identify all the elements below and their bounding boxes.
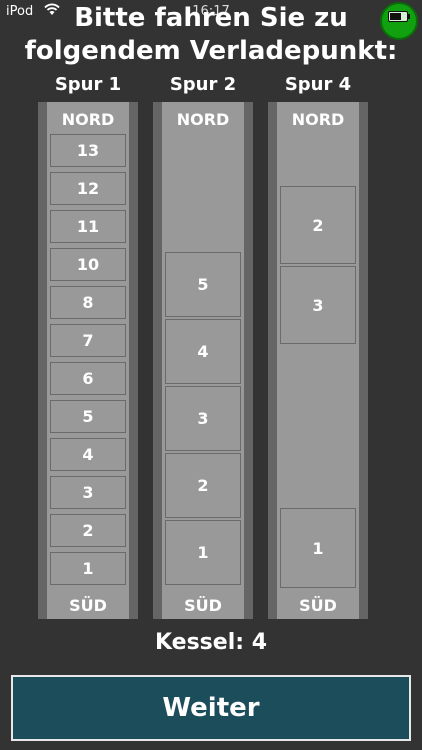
slot-8: 8	[50, 286, 126, 319]
lane-label-1: Spur 1	[54, 74, 122, 95]
page-title: Bitte fahren Sie zu folgendem Verladepun…	[0, 2, 422, 68]
lane-label-2: Spur 2	[169, 74, 237, 95]
lane-label-4: Spur 4	[284, 74, 352, 95]
slot-2: 2	[50, 514, 126, 547]
weiter-button[interactable]: Weiter	[11, 675, 411, 741]
lane-spur-1: NORD 13 12 11 10 8 7 6 5 4 3 2 1 SÜD	[38, 102, 138, 619]
slot-7: 7	[50, 324, 126, 357]
title-line-2: folgendem Verladepunkt:	[24, 36, 398, 66]
south-label: SÜD	[299, 596, 337, 615]
slot-2: 2	[280, 186, 356, 264]
slot-1: 1	[50, 552, 126, 585]
slot-3: 3	[280, 266, 356, 344]
south-label: SÜD	[69, 596, 107, 615]
slot-12: 12	[50, 172, 126, 205]
lane-spur-2: NORD 5 4 3 2 1 SÜD	[153, 102, 253, 619]
slot-4: 4	[50, 438, 126, 471]
slot-13: 13	[50, 134, 126, 167]
north-label: NORD	[61, 110, 115, 129]
slot-5: 5	[50, 400, 126, 433]
south-label: SÜD	[184, 596, 222, 615]
slot-11: 11	[50, 210, 126, 243]
north-label: NORD	[291, 110, 345, 129]
lane-spur-4: NORD 2 3 1 SÜD	[268, 102, 368, 619]
slot-1: 1	[165, 520, 241, 585]
north-label: NORD	[176, 110, 230, 129]
slot-5: 5	[165, 252, 241, 317]
slot-6: 6	[50, 362, 126, 395]
slot-3: 3	[165, 386, 241, 451]
kessel-label: Kessel: 4	[155, 630, 267, 655]
slot-1: 1	[280, 508, 356, 588]
slot-3: 3	[50, 476, 126, 509]
slot-10: 10	[50, 248, 126, 281]
title-line-1: Bitte fahren Sie zu	[74, 3, 348, 33]
slot-2: 2	[165, 453, 241, 518]
slot-4: 4	[165, 319, 241, 384]
